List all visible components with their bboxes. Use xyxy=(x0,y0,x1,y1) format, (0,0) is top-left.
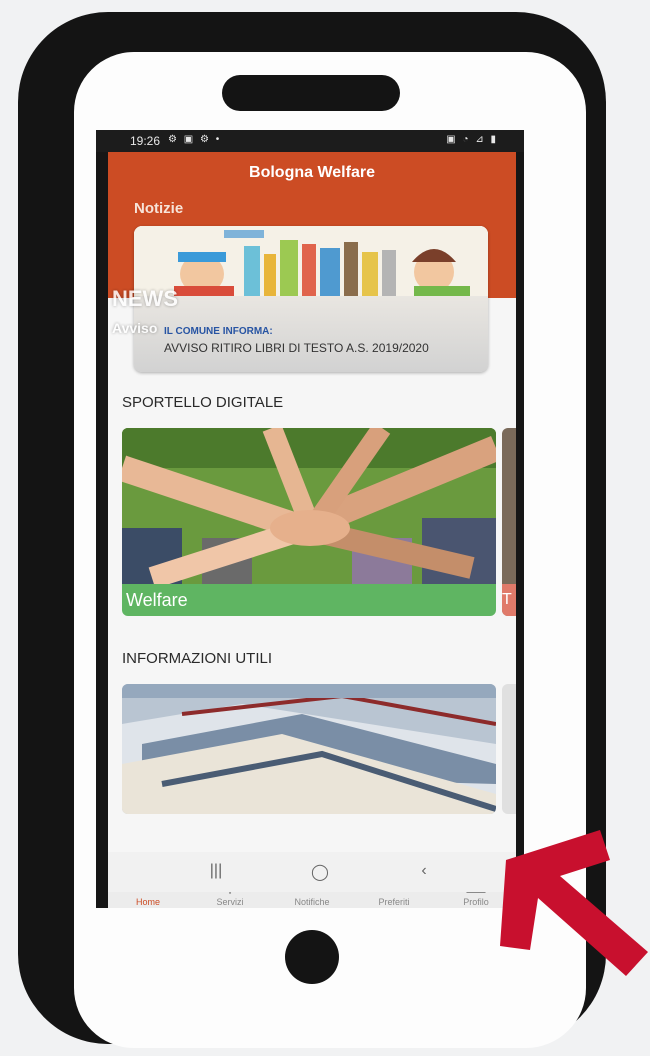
news-card-text: AVVISO RITIRO LIBRI DI TESTO A.S. 2019/2… xyxy=(164,341,429,355)
news-overlay-title: NEWS xyxy=(112,286,178,311)
welfare-card-label: Welfare xyxy=(122,584,496,616)
welfare-card[interactable]: Welfare xyxy=(122,428,496,616)
status-right-icons: ▣ ◔ ⊿ ▮ xyxy=(446,134,498,145)
newspapers-photo xyxy=(122,684,496,814)
info-card-next[interactable] xyxy=(502,684,516,814)
info-card[interactable] xyxy=(122,684,496,814)
section-title-info: INFORMAZIONI UTILI xyxy=(122,650,272,667)
phone-screen: 19:26 ⚙ ▣ ⚙ • ▣ ◔ ⊿ ▮ Bologna Welfare No… xyxy=(96,130,524,908)
system-home-button[interactable]: ◯ xyxy=(300,862,340,882)
nav-preferiti-label: Preferiti xyxy=(378,897,410,907)
app-content[interactable]: Notizie IL COMUNE INFORMA: AVVISO RITIRO… xyxy=(108,194,516,866)
nav-notifiche-label: Notifiche xyxy=(294,897,330,907)
app-title: Bologna Welfare xyxy=(108,152,516,194)
system-nav-bar: ||| ◯ ‹ xyxy=(108,852,516,892)
phone-speaker xyxy=(222,75,400,111)
section-title-sportello: SPORTELLO DIGITALE xyxy=(122,394,284,411)
recent-apps-button[interactable]: ||| xyxy=(196,862,236,880)
news-card-title: IL COMUNE INFORMA: xyxy=(164,326,273,337)
welfare-photo xyxy=(122,428,496,589)
status-time: 19:26 xyxy=(130,134,161,148)
next-card-label: T xyxy=(502,584,516,616)
news-card[interactable]: IL COMUNE INFORMA: AVVISO RITIRO LIBRI D… xyxy=(134,226,488,372)
nav-home-label: Home xyxy=(135,897,160,907)
phone-home-button[interactable] xyxy=(285,930,339,984)
red-arrow-icon xyxy=(500,830,648,976)
status-left-icons: ⚙ ▣ ⚙ • xyxy=(168,134,222,145)
nav-servizi-label: Servizi xyxy=(216,897,244,907)
news-section-label: Notizie xyxy=(134,200,184,217)
status-bar: 19:26 ⚙ ▣ ⚙ • ▣ ◔ ⊿ ▮ xyxy=(96,130,524,152)
back-button[interactable]: ‹ xyxy=(404,862,444,880)
welfare-card-next[interactable]: T xyxy=(502,428,516,616)
news-overlay-subtitle: Avviso xyxy=(112,320,158,336)
